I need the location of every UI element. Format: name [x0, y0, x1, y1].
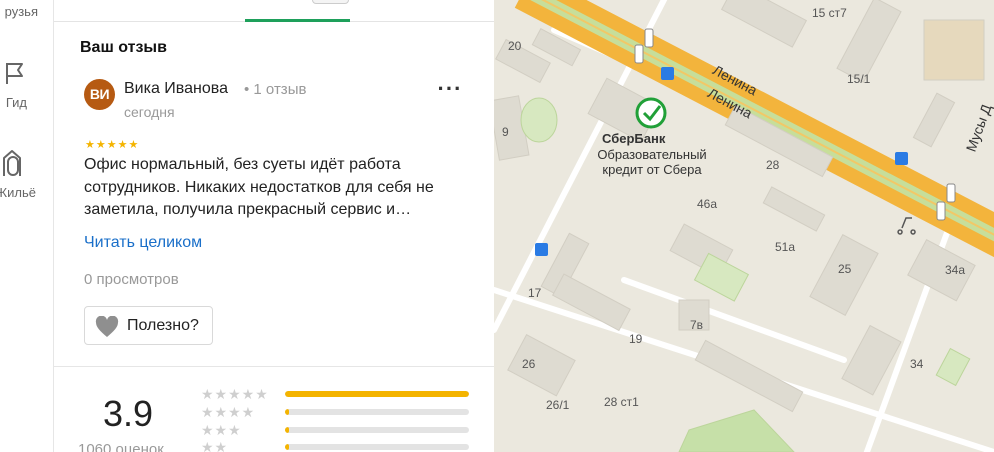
house-number: 7в [690, 318, 704, 332]
review-text: Офис нормальный, без суеты идёт работа с… [84, 156, 434, 218]
more-dots-icon[interactable]: ··· [437, 78, 463, 106]
read-more-link[interactable]: Читать целиком [84, 234, 202, 252]
house-number: 25 [838, 262, 852, 276]
histogram-bar [285, 391, 469, 397]
house-number: 20 [508, 39, 522, 53]
histogram-fill [285, 427, 289, 433]
tab-active-indicator [245, 19, 350, 22]
divider [54, 366, 494, 367]
review-stars: ★★★★★ [85, 139, 140, 151]
left-rail: рузья Гид Жильё [0, 0, 54, 452]
rating-value: 3.9 [103, 393, 154, 434]
house-number: 17 [528, 286, 542, 300]
flag-icon [6, 63, 23, 84]
house-number: 15/1 [847, 72, 871, 86]
heart-icon [95, 316, 119, 337]
poi-description: Образовательный кредит от Сбера [597, 147, 707, 177]
house-number: 34а [945, 263, 966, 277]
histogram-stars: ★★★★ [201, 404, 256, 420]
map-view[interactable]: Ленина Ленина Мусы Д СберБанк Образовате… [494, 0, 994, 452]
review-date: сегодня [124, 104, 175, 120]
rail-item-housing[interactable]: Жильё [0, 146, 54, 202]
histogram-bar [285, 444, 469, 450]
histogram-stars: ★★ [201, 439, 229, 452]
house-number: 28 [766, 158, 780, 172]
review-panel: Ваш отзыв ВИ Вика Иванова • 1 отзыв сего… [54, 0, 494, 452]
rating-count: 1060 оценок [78, 441, 164, 452]
house-number: 26/1 [546, 398, 570, 412]
rail-friends-label: рузья [4, 4, 38, 19]
histogram-bar [285, 409, 469, 415]
rail-item-friends[interactable]: рузья [0, 4, 54, 24]
author-name[interactable]: Вика Иванова [124, 80, 228, 98]
house-number: 34 [910, 357, 924, 371]
helpful-label: Полезно? [127, 317, 199, 334]
avatar[interactable]: ВИ [84, 79, 115, 110]
building-icon [3, 150, 21, 176]
author-review-count: • 1 отзыв [244, 81, 307, 98]
section-title: Ваш отзыв [80, 39, 167, 56]
rail-guide-label: Гид [5, 95, 27, 110]
helpful-button[interactable]: Полезно? [84, 306, 213, 345]
house-number: 15 ст7 [812, 6, 847, 20]
house-number: 28 ст1 [604, 395, 639, 409]
histogram-stars: ★★★ [201, 422, 242, 438]
sberbank-logo-icon[interactable] [635, 97, 667, 129]
tab-bar [54, 0, 494, 22]
house-number: 19 [629, 332, 643, 346]
house-number: 46а [697, 197, 718, 211]
histogram-fill [285, 391, 469, 397]
histogram-stars: ★★★★★ [201, 386, 269, 402]
rail-item-guide[interactable]: Гид [0, 58, 54, 110]
map-canvas[interactable] [494, 0, 994, 452]
house-number: 51а [775, 240, 796, 254]
rail-housing-label: Жильё [0, 185, 36, 200]
house-number: 26 [522, 357, 536, 371]
histogram-fill [285, 409, 289, 415]
histogram-bar [285, 427, 469, 433]
histogram-fill [285, 444, 289, 450]
views-count: 0 просмотров [84, 271, 179, 288]
tab-pill[interactable] [312, 0, 349, 4]
poi-name[interactable]: СберБанк [602, 131, 665, 146]
house-number: 9 [502, 125, 509, 139]
